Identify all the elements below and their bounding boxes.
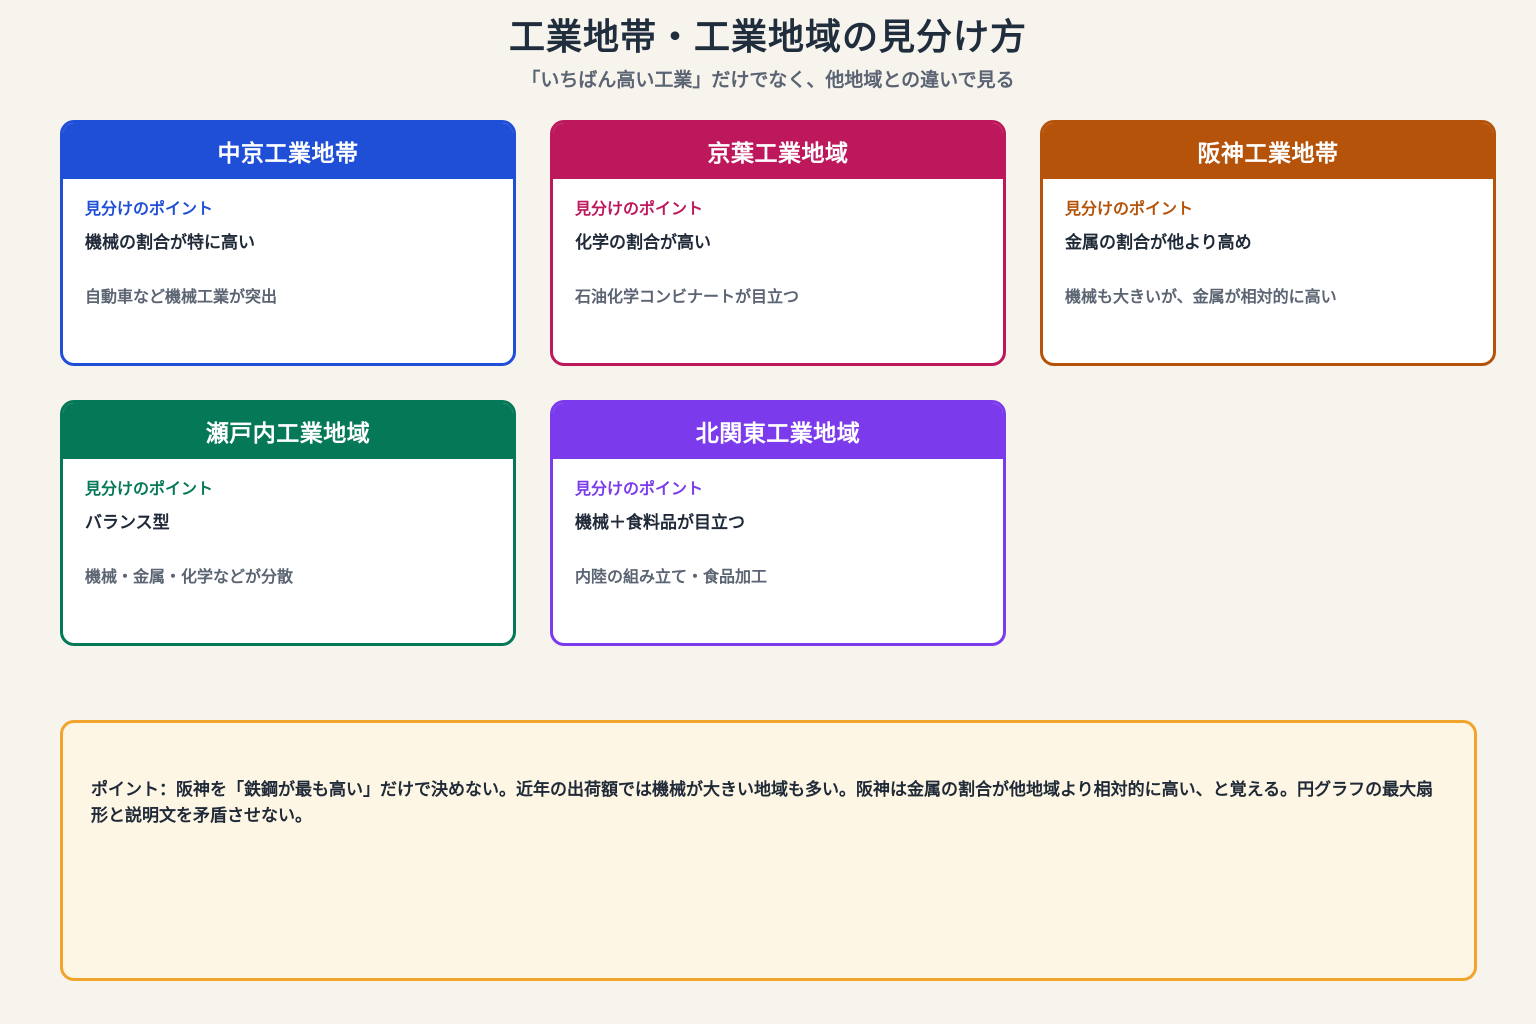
point-main: バランス型 bbox=[85, 513, 170, 533]
card-setouchi: 瀬戸内工業地域 見分けのポイント バランス型 機械・金属・化学などが分散 bbox=[60, 400, 516, 646]
point-label: 見分けのポイント bbox=[575, 479, 704, 498]
card-hanshin: 阪神工業地帯 見分けのポイント 金属の割合が他より高め 機械も大きいが、金属が相… bbox=[1040, 120, 1496, 366]
note-box: ポイント：阪神を「鉄鋼が最も高い」だけで決めない。近年の出荷額では機械が大きい地… bbox=[60, 720, 1477, 981]
card-body: 見分けのポイント 化学の割合が高い 石油化学コンビナートが目立つ bbox=[553, 179, 1003, 308]
card-body: 見分けのポイント 機械の割合が特に高い 自動車など機械工業が突出 bbox=[63, 179, 513, 308]
card-kitakanto: 北関東工業地域 見分けのポイント 機械＋食料品が目立つ 内陸の組み立て・食品加工 bbox=[550, 400, 1006, 646]
card-header: 北関東工業地域 bbox=[553, 403, 1003, 459]
card-header: 中京工業地帯 bbox=[63, 123, 513, 179]
card-body: 見分けのポイント 金属の割合が他より高め 機械も大きいが、金属が相対的に高い bbox=[1043, 179, 1493, 308]
point-label: 見分けのポイント bbox=[1065, 199, 1194, 218]
card-body: 見分けのポイント バランス型 機械・金属・化学などが分散 bbox=[63, 459, 513, 588]
card-header: 京葉工業地域 bbox=[553, 123, 1003, 179]
point-main: 機械＋食料品が目立つ bbox=[575, 513, 745, 533]
card-chukyo: 中京工業地帯 見分けのポイント 機械の割合が特に高い 自動車など機械工業が突出 bbox=[60, 120, 516, 366]
point-detail: 機械・金属・化学などが分散 bbox=[85, 567, 294, 586]
point-detail: 機械も大きいが、金属が相対的に高い bbox=[1065, 287, 1337, 306]
card-title: 京葉工業地域 bbox=[707, 141, 849, 167]
point-main: 化学の割合が高い bbox=[575, 233, 711, 253]
card-title: 中京工業地帯 bbox=[217, 141, 359, 167]
point-detail: 内陸の組み立て・食品加工 bbox=[575, 567, 768, 586]
card-keiyo: 京葉工業地域 見分けのポイント 化学の割合が高い 石油化学コンビナートが目立つ bbox=[550, 120, 1006, 366]
card-header: 阪神工業地帯 bbox=[1043, 123, 1493, 179]
point-label: 見分けのポイント bbox=[85, 479, 214, 498]
card-body: 見分けのポイント 機械＋食料品が目立つ 内陸の組み立て・食品加工 bbox=[553, 459, 1003, 588]
page-subtitle: 「いちばん高い工業」だけでなく、他地域との違いで見る bbox=[521, 69, 1015, 91]
card-title: 阪神工業地帯 bbox=[1197, 141, 1339, 167]
card-header: 瀬戸内工業地域 bbox=[63, 403, 513, 459]
note-text: ポイント：阪神を「鉄鋼が最も高い」だけで決めない。近年の出荷額では機械が大きい地… bbox=[91, 780, 1434, 826]
card-title: 北関東工業地域 bbox=[695, 421, 861, 447]
point-detail: 自動車など機械工業が突出 bbox=[85, 287, 278, 306]
page-title: 工業地帯・工業地域の見分け方 bbox=[508, 17, 1027, 58]
card-title: 瀬戸内工業地域 bbox=[205, 421, 371, 447]
point-label: 見分けのポイント bbox=[575, 199, 704, 218]
point-main: 機械の割合が特に高い bbox=[85, 233, 255, 253]
point-detail: 石油化学コンビナートが目立つ bbox=[575, 287, 800, 306]
point-main: 金属の割合が他より高め bbox=[1065, 233, 1252, 253]
point-label: 見分けのポイント bbox=[85, 199, 214, 218]
